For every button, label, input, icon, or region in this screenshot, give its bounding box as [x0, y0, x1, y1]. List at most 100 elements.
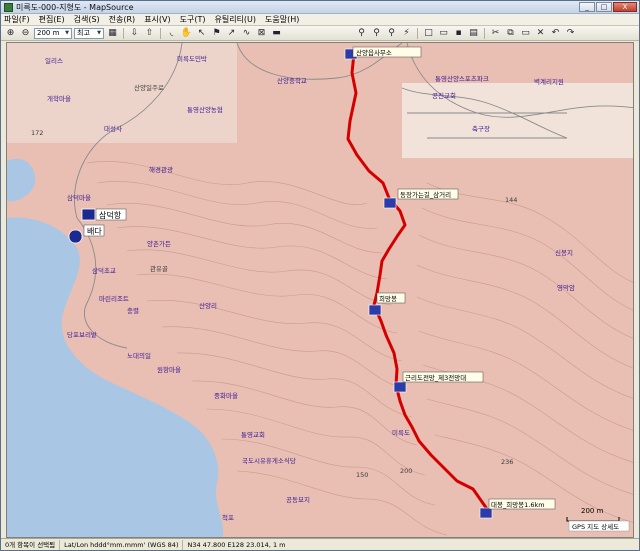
- status-bar: 0개 항목이 선택됨 Lat/Lon hddd°mm.mmm' (WGS 84)…: [1, 538, 639, 550]
- zoom-in-icon[interactable]: ⊕: [4, 27, 17, 39]
- elevation-label: 172: [31, 129, 43, 137]
- poi-label: 당포보리밭: [67, 330, 97, 339]
- contour-label: 200: [400, 467, 412, 475]
- close-button[interactable]: X: [613, 2, 637, 12]
- coordinate-format: Lat/Lon hddd°mm.mmm' (WGS 84): [60, 539, 184, 550]
- maximize-button[interactable]: □: [596, 2, 612, 12]
- poi-label: 양촌가든: [147, 239, 171, 248]
- zoom-tool-icon[interactable]: ◟: [165, 27, 178, 39]
- poi-label: 영막암: [557, 283, 575, 292]
- toolbar-separator: [417, 27, 418, 39]
- selection-status: 0개 항목이 선택됨: [1, 539, 61, 550]
- menu-bar: 파일(F) 편집(E) 검색(S) 전송(R) 표시(V) 도구(T) 유틸리티…: [1, 14, 639, 26]
- copy-icon[interactable]: ⧉: [504, 27, 517, 39]
- menu-transfer[interactable]: 전송(R): [109, 14, 136, 25]
- hiker-icon[interactable]: [479, 507, 493, 519]
- track-tool-icon[interactable]: ∿: [240, 27, 253, 39]
- waypoint-label: 동장가는길_삼거리: [400, 190, 451, 199]
- waypoint-label: 희망봉: [379, 294, 397, 303]
- menu-help[interactable]: 도움말(H): [265, 14, 299, 25]
- app-icon: [4, 2, 13, 12]
- waypoint-0[interactable]: 산양읍사무소: [344, 46, 422, 60]
- poi-label: 원항마을: [157, 365, 181, 374]
- application-window: 미륵도-000-지형도 - MapSource _ □ X 파일(F) 편집(E…: [0, 0, 640, 551]
- map-view[interactable]: 산양읍사무소 동장가는길_삼거리 희망봉 근리도전망_제3전망대 대봉_희망봉1: [6, 42, 634, 538]
- menu-view[interactable]: 표시(V): [144, 14, 170, 25]
- menu-edit[interactable]: 편집(E): [39, 14, 65, 25]
- detail-level-value: 최고: [77, 28, 90, 37]
- distance-tool-icon[interactable]: ⊠: [255, 27, 268, 39]
- hiker-icon[interactable]: [383, 197, 397, 209]
- save-file-icon[interactable]: ▪: [452, 27, 465, 39]
- redo-icon[interactable]: ↷: [564, 27, 577, 39]
- poi-label: 국도시유휴게소식당: [242, 456, 296, 465]
- poi-label: 공진교회: [432, 91, 456, 100]
- menu-utilities[interactable]: 유틸리티(U): [214, 14, 256, 25]
- menu-file[interactable]: 파일(F): [4, 14, 30, 25]
- chevron-down-icon: ▼: [65, 29, 69, 36]
- waypoint-label: 대봉_희망봉1.6km: [491, 500, 545, 509]
- toolbar-separator: [484, 27, 485, 39]
- route-options-icon[interactable]: ⚡: [400, 27, 413, 39]
- poi-label: 미륵도민박: [177, 54, 207, 63]
- open-file-icon[interactable]: ▭: [437, 27, 450, 39]
- poi-label: 해경관광: [149, 165, 173, 174]
- receive-from-device-icon[interactable]: ⇩: [128, 27, 141, 39]
- find-places-icon[interactable]: ⚲: [355, 27, 368, 39]
- toolbar-separator: [160, 27, 161, 39]
- cursor-coordinates: N34 47.800 E128 23.014, 1 m: [187, 540, 286, 549]
- new-file-icon[interactable]: □: [422, 27, 435, 39]
- poi-label: 중화마을: [214, 391, 238, 400]
- poi-label: 충렬: [127, 306, 139, 315]
- elevation-label: 144: [505, 196, 517, 204]
- zoom-out-icon[interactable]: ⊖: [19, 27, 32, 39]
- map-detail-overlay: GPS 지도 상세도: [572, 522, 619, 531]
- ferry-icon[interactable]: [68, 229, 83, 244]
- poi-label: 마린리조트: [99, 294, 129, 303]
- poi-label: 개학마을: [47, 94, 71, 103]
- poi-label: 통영교회: [241, 430, 265, 439]
- window-controls: _ □ X: [579, 2, 637, 12]
- poi-label: 삼덕초교: [92, 266, 116, 275]
- poi-label: 대성사: [104, 124, 122, 133]
- find-recent-icon[interactable]: ⚲: [370, 27, 383, 39]
- hiker-icon[interactable]: [393, 381, 407, 393]
- poi-label: 미륵도: [392, 428, 410, 437]
- map-tool-icon[interactable]: ▬: [270, 27, 283, 39]
- cut-icon[interactable]: ✂: [489, 27, 502, 39]
- title-bar[interactable]: 미륵도-000-지형도 - MapSource _ □ X: [1, 1, 639, 14]
- undo-icon[interactable]: ↶: [549, 27, 562, 39]
- menu-tools[interactable]: 도구(T): [180, 14, 206, 25]
- selection-tool-icon[interactable]: ↖: [195, 27, 208, 39]
- bus-icon[interactable]: [81, 208, 96, 221]
- poi-label: 산양중학교: [277, 76, 307, 85]
- hiker-icon[interactable]: [368, 304, 382, 316]
- poi-label: 공동묘지: [286, 495, 310, 504]
- waypoint-tool-icon[interactable]: ⚑: [210, 27, 223, 39]
- zoom-scale-select[interactable]: 200 m ▼: [34, 27, 72, 39]
- zoom-scale-value: 200 m: [37, 28, 60, 37]
- poi-label: 삼덕마을: [67, 193, 91, 202]
- topographic-map[interactable]: 산양읍사무소 동장가는길_삼거리 희망봉 근리도전망_제3전망대 대봉_희망봉1: [7, 43, 634, 538]
- poi-label: 축구장: [472, 124, 490, 133]
- print-icon[interactable]: ▤: [467, 27, 480, 39]
- send-to-device-icon[interactable]: ⇧: [143, 27, 156, 39]
- waypoint-label: 산양읍사무소: [356, 48, 392, 57]
- minimize-button[interactable]: _: [579, 2, 595, 12]
- chevron-down-icon: ▼: [97, 29, 101, 36]
- poi-label: 척포: [222, 514, 234, 522]
- poi-label: 산양리: [199, 301, 217, 310]
- map-product-icon[interactable]: ▦: [106, 27, 119, 39]
- route-tool-icon[interactable]: ↗: [225, 27, 238, 39]
- hand-tool-icon[interactable]: ✋: [180, 27, 193, 39]
- harbor-stop-1[interactable]: 삼덕항: [81, 208, 127, 221]
- detail-level-select[interactable]: 최고 ▼: [74, 27, 104, 39]
- delete-icon[interactable]: ✕: [534, 27, 547, 39]
- paste-icon[interactable]: ▭: [519, 27, 532, 39]
- poi-label: 노대의일: [127, 351, 151, 360]
- poi-label: 일리스: [45, 56, 63, 65]
- stop-label: 삼덕항: [99, 210, 122, 220]
- menu-search[interactable]: 검색(S): [74, 14, 100, 25]
- toolbar-separator: [123, 27, 124, 39]
- find-nearby-icon[interactable]: ⚲: [385, 27, 398, 39]
